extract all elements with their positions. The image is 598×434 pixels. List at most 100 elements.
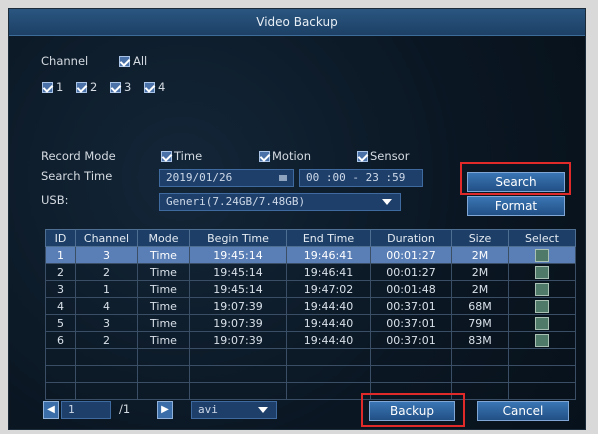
- record-mode-motion-label: Motion: [272, 149, 311, 163]
- record-mode-time-checkbox[interactable]: [161, 151, 172, 162]
- cell-duration: 00:01:48: [370, 280, 452, 298]
- header-duration: Duration: [370, 229, 452, 247]
- cell-begin-time: 19:07:39: [189, 297, 287, 315]
- cell-end-time: 19:44:40: [286, 314, 371, 332]
- cell-channel: 2: [75, 331, 138, 349]
- table-row[interactable]: 3 1 Time 19:45:14 19:47:02 00:01:48 2M: [45, 280, 576, 298]
- page-number-input[interactable]: 1: [61, 401, 111, 419]
- cell-select: [508, 314, 576, 332]
- search-time-label: Search Time: [41, 169, 113, 183]
- table-body: 1 3 Time 19:45:14 19:46:41 00:01:27 2M 2…: [45, 246, 576, 400]
- header-size: Size: [451, 229, 509, 247]
- cell-begin-time: 19:45:14: [189, 246, 287, 264]
- record-mode-sensor-label: Sensor: [370, 149, 410, 163]
- row-select-checkbox[interactable]: [535, 316, 549, 330]
- prev-page-button[interactable]: ◀: [43, 401, 59, 419]
- header-mode: Mode: [137, 229, 190, 247]
- record-mode-time-label: Time: [174, 149, 203, 163]
- cell-channel: 2: [75, 263, 138, 281]
- record-mode-motion-checkbox[interactable]: [259, 151, 270, 162]
- table-header-row: ID Channel Mode Begin Time End Time Dura…: [45, 229, 576, 247]
- cell-duration: 00:37:01: [370, 297, 452, 315]
- cell-duration: 00:01:27: [370, 246, 452, 264]
- cell-begin-time: 19:45:14: [189, 280, 287, 298]
- cancel-button[interactable]: Cancel: [477, 401, 569, 421]
- cell-select: [508, 297, 576, 315]
- search-highlight-box: [460, 162, 571, 195]
- cell-size: 79M: [451, 314, 509, 332]
- usb-device-select[interactable]: Generi(7.24GB/7.48GB): [159, 193, 401, 211]
- cell-mode: Time: [137, 263, 190, 281]
- table-row[interactable]: 4 4 Time 19:07:39 19:44:40 00:37:01 68M: [45, 297, 576, 315]
- cell-channel: 3: [75, 314, 138, 332]
- record-mode-label: Record Mode: [41, 149, 116, 163]
- chevron-down-icon[interactable]: [258, 407, 268, 413]
- cell-begin-time: 19:07:39: [189, 331, 287, 349]
- usb-label: USB:: [41, 193, 69, 207]
- cell-end-time: 19:47:02: [286, 280, 371, 298]
- table-row[interactable]: 6 2 Time 19:07:39 19:44:40 00:37:01 83M: [45, 331, 576, 349]
- channel-4-checkbox[interactable]: [144, 82, 155, 93]
- cell-duration: 00:01:27: [370, 263, 452, 281]
- usb-device-value: Generi(7.24GB/7.48GB): [166, 195, 306, 208]
- chevron-down-icon[interactable]: [382, 199, 392, 205]
- table-row[interactable]: 1 3 Time 19:45:14 19:46:41 00:01:27 2M: [45, 246, 576, 264]
- dialog-title: Video Backup: [9, 9, 585, 36]
- cell-size: 2M: [451, 263, 509, 281]
- header-end-time: End Time: [286, 229, 371, 247]
- format-button[interactable]: Format: [467, 196, 565, 216]
- channel-1-label: 1: [56, 80, 64, 94]
- cell-duration: 00:37:01: [370, 331, 452, 349]
- record-mode-sensor-checkbox[interactable]: [357, 151, 368, 162]
- cell-select: [508, 331, 576, 349]
- cell-id: 1: [45, 246, 76, 264]
- calendar-icon[interactable]: [279, 175, 287, 181]
- chevron-left-icon: ◀: [47, 404, 55, 415]
- cell-end-time: 19:46:41: [286, 263, 371, 281]
- cell-end-time: 19:46:41: [286, 246, 371, 264]
- cell-mode: Time: [137, 280, 190, 298]
- cell-select: [508, 246, 576, 264]
- cell-end-time: 19:44:40: [286, 297, 371, 315]
- table-row[interactable]: 2 2 Time 19:45:14 19:46:41 00:01:27 2M: [45, 263, 576, 281]
- row-select-checkbox[interactable]: [535, 299, 549, 313]
- header-select: Select: [508, 229, 576, 247]
- header-id: ID: [45, 229, 76, 247]
- cell-id: 3: [45, 280, 76, 298]
- cell-mode: Time: [137, 246, 190, 264]
- channel-3-checkbox[interactable]: [110, 82, 121, 93]
- backup-highlight-box: [361, 393, 465, 427]
- cell-begin-time: 19:45:14: [189, 263, 287, 281]
- cell-channel: 3: [75, 246, 138, 264]
- cell-mode: Time: [137, 331, 190, 349]
- cell-begin-time: 19:07:39: [189, 314, 287, 332]
- table-row[interactable]: 5 3 Time 19:07:39 19:44:40 00:37:01 79M: [45, 314, 576, 332]
- cell-id: 6: [45, 331, 76, 349]
- channel-all-checkbox[interactable]: [119, 56, 130, 67]
- channel-1-checkbox[interactable]: [42, 82, 53, 93]
- video-backup-dialog: Video Backup Channel All 1 2 3 4 Record …: [8, 8, 586, 430]
- row-select-checkbox[interactable]: [535, 248, 549, 262]
- channel-4-label: 4: [158, 80, 166, 94]
- channel-all-label: All: [133, 54, 148, 68]
- recordings-table: ID Channel Mode Begin Time End Time Dura…: [45, 229, 576, 400]
- chevron-right-icon: ▶: [161, 404, 169, 415]
- search-time-range-field[interactable]: 00 :00 - 23 :59: [299, 169, 423, 187]
- row-select-checkbox[interactable]: [535, 333, 549, 347]
- cell-select: [508, 263, 576, 281]
- empty-row: [45, 365, 576, 383]
- page-total: /1: [119, 402, 131, 416]
- cell-size: 68M: [451, 297, 509, 315]
- channel-3-label: 3: [124, 80, 132, 94]
- cell-size: 83M: [451, 331, 509, 349]
- header-channel: Channel: [75, 229, 138, 247]
- search-date-field[interactable]: 2019/01/26: [159, 169, 294, 187]
- row-select-checkbox[interactable]: [535, 282, 549, 296]
- row-select-checkbox[interactable]: [535, 265, 549, 279]
- file-format-select[interactable]: avi: [191, 401, 277, 419]
- channel-2-checkbox[interactable]: [76, 82, 87, 93]
- cell-duration: 00:37:01: [370, 314, 452, 332]
- empty-row: [45, 382, 576, 400]
- next-page-button[interactable]: ▶: [157, 401, 173, 419]
- cell-id: 2: [45, 263, 76, 281]
